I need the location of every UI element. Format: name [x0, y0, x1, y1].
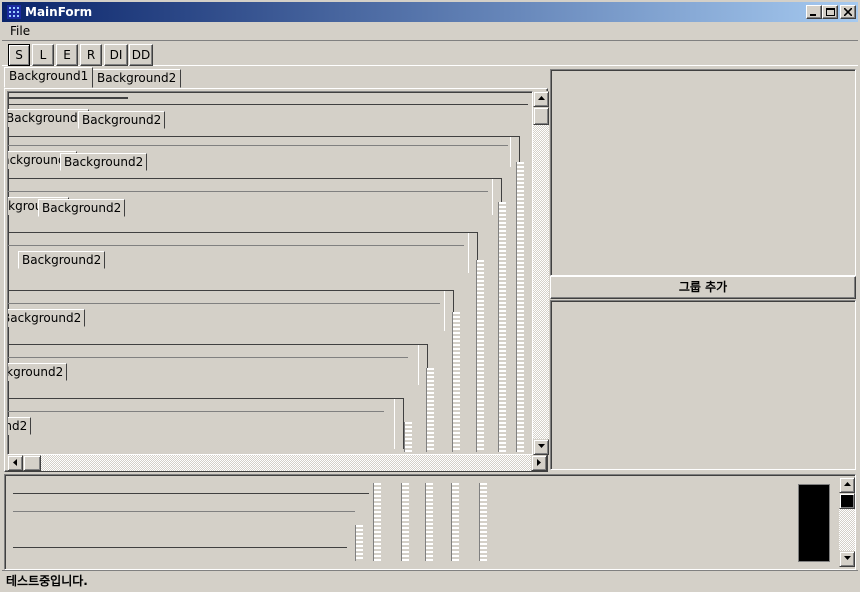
nested-tab-bg2[interactable]: Background2: [8, 363, 68, 381]
arrow-up-icon: [537, 96, 545, 100]
black-preview-box: [798, 484, 830, 562]
preview-scrollbar-track: [451, 483, 459, 561]
nested-tab-bg2[interactable]: Background2: [60, 153, 148, 171]
nested-scrollbar-track: [404, 422, 412, 452]
app-grid-icon: [7, 5, 21, 19]
tab-background1[interactable]: Background1: [4, 67, 94, 88]
toolbar-s-button[interactable]: S: [8, 44, 30, 66]
preview-scrollbar-track: [373, 483, 381, 561]
scroll-down-button[interactable]: [839, 551, 855, 567]
preview-scrollbar-track: [355, 525, 363, 561]
nested-view-7: Background2: [8, 398, 404, 449]
menu-bar: File: [2, 22, 858, 40]
nested-tab-bg2[interactable]: Background2: [8, 417, 32, 435]
toolbar-e-button[interactable]: E: [56, 44, 78, 66]
toolbar-di-button[interactable]: DI: [104, 44, 128, 66]
toolbar: S L E R DI DD: [2, 40, 858, 66]
scroll-up-button[interactable]: [533, 91, 549, 107]
arrow-down-icon: [843, 556, 851, 560]
nested-tab-bg2[interactable]: Background2: [38, 199, 126, 217]
nested-scrollbar-track: [476, 260, 484, 452]
preview-scrollbar-track: [401, 483, 409, 561]
nested-view-6: Background2: [8, 344, 428, 385]
nested-scrollbar-track: [516, 162, 524, 452]
nested-view-1: Background1 Background2: [8, 97, 528, 129]
nested-view-2: Background1 Background2: [8, 136, 520, 171]
right-bottom-panel: [550, 300, 856, 470]
maximize-button[interactable]: [822, 5, 838, 19]
scroll-down-button[interactable]: [533, 439, 549, 455]
nested-view-5: Background2: [8, 290, 454, 331]
menu-file[interactable]: File: [10, 24, 30, 38]
tab-background2[interactable]: Background2: [92, 69, 182, 88]
preview-scrollbar-track: [479, 483, 487, 561]
nested-tab-bg2[interactable]: Background2: [8, 309, 86, 327]
arrow-up-icon: [843, 482, 851, 486]
minimize-button[interactable]: [806, 5, 822, 19]
main-tab-panel: Background1 Background2 Background1 Back…: [4, 88, 549, 472]
scroll-up-button[interactable]: [839, 477, 855, 493]
toolbar-dd-button[interactable]: DD: [129, 44, 153, 66]
minimize-icon: [810, 14, 816, 16]
toolbar-r-button[interactable]: R: [80, 44, 102, 66]
status-text: 테스트중입니다.: [6, 574, 88, 588]
window-title: MainForm: [25, 5, 93, 19]
vertical-scroll-thumb[interactable]: [533, 107, 549, 125]
close-icon: [844, 8, 852, 16]
nested-view-3: Background1 Background2: [8, 178, 502, 217]
preview-scrollbar-track: [425, 483, 433, 561]
nested-tab-bg2[interactable]: Background2: [78, 111, 166, 129]
nested-tab-bg2[interactable]: Background2: [18, 251, 106, 269]
horizontal-scroll-thumb[interactable]: [23, 455, 41, 471]
bottom-vertical-scrollbar[interactable]: [839, 477, 855, 567]
preview-divider: [13, 511, 355, 512]
horizontal-scrollbar[interactable]: [7, 455, 547, 471]
nested-scrollbar-track: [426, 368, 434, 452]
status-bar: 테스트중입니다.: [2, 570, 858, 588]
right-top-panel: [550, 69, 856, 276]
nested-view-4: Background2: [8, 232, 478, 273]
scroll-left-button[interactable]: [7, 455, 23, 471]
bottom-scroll-thumb[interactable]: [839, 493, 855, 509]
nested-scrollbar-track: [452, 312, 460, 452]
preview-divider: [13, 547, 347, 548]
toolbar-l-button[interactable]: L: [32, 44, 54, 66]
maximize-icon: [825, 8, 835, 16]
bottom-preview-panel: [4, 474, 856, 570]
group-add-button[interactable]: 그룹 추가: [550, 276, 856, 299]
arrow-right-icon: [537, 459, 541, 466]
nested-tab-bg1[interactable]: Background1: [8, 109, 90, 127]
preview-divider: [13, 493, 369, 494]
arrow-down-icon: [537, 444, 545, 448]
nested-view-area: Background1 Background2 Background1 Back…: [7, 91, 533, 455]
arrow-left-icon: [13, 459, 17, 466]
vertical-scrollbar[interactable]: [533, 91, 549, 455]
scroll-right-button[interactable]: [531, 455, 547, 471]
close-button[interactable]: [840, 5, 856, 19]
title-bar[interactable]: MainForm: [2, 2, 858, 22]
nested-scrollbar-track: [498, 202, 506, 452]
